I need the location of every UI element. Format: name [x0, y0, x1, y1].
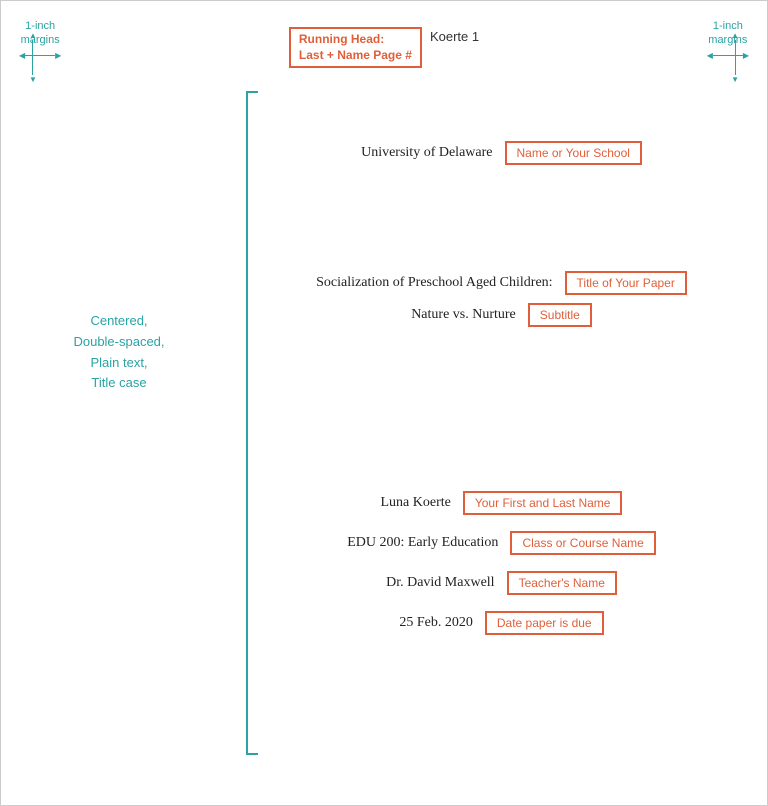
title-main-label: Title of Your Paper: [565, 271, 687, 295]
author-name-row: Luna Koerte Your First and Last Name: [266, 491, 737, 515]
university-text: University of Delaware: [361, 145, 492, 161]
title-main-text: Socialization of Preschool Aged Children…: [316, 275, 552, 291]
page: 1-inchmargins ◀ ▶ Running Head: Last + N…: [0, 0, 768, 806]
centered-label: Centered,Double-spaced,Plain text,Title …: [59, 311, 179, 394]
author-name-label: Your First and Last Name: [463, 491, 623, 515]
running-head-sub: Last + Name Page #: [299, 48, 412, 62]
running-head-box: Running Head: Last + Name Page #: [289, 27, 422, 68]
header: 1-inchmargins ◀ ▶ Running Head: Last + N…: [1, 19, 767, 68]
right-margin-label: 1-inchmargins: [708, 19, 747, 48]
left-margin-label: 1-inchmargins: [21, 19, 60, 48]
author-course-row: EDU 200: Early Education Class or Course…: [266, 531, 737, 555]
author-course-label: Class or Course Name: [510, 531, 655, 555]
right-margin-indicator: 1-inchmargins ◀ ▶: [707, 19, 749, 60]
right-margin-vertical: ▲ ▼: [731, 31, 739, 84]
title-section: Socialization of Preschool Aged Children…: [266, 271, 737, 335]
title-sub-row: Nature vs. Nurture Subtitle: [266, 303, 737, 327]
running-head-label: Running Head:: [299, 32, 384, 46]
author-course-text: EDU 200: Early Education: [347, 535, 498, 551]
author-teacher-text: Dr. David Maxwell: [386, 575, 494, 591]
title-sub-label: Subtitle: [528, 303, 592, 327]
running-head-area: Running Head: Last + Name Page # Koerte …: [289, 27, 479, 68]
author-name-text: Luna Koerte: [381, 495, 451, 511]
left-bracket: [246, 91, 258, 755]
author-teacher-row: Dr. David Maxwell Teacher's Name: [266, 571, 737, 595]
author-section: Luna Koerte Your First and Last Name EDU…: [266, 491, 737, 651]
centered-label-text: Centered,Double-spaced,Plain text,Title …: [73, 313, 164, 390]
author-teacher-label: Teacher's Name: [507, 571, 617, 595]
author-date-label: Date paper is due: [485, 611, 604, 635]
page-number: Koerte 1: [430, 29, 479, 44]
title-main-row: Socialization of Preschool Aged Children…: [266, 271, 737, 295]
author-date-row: 25 Feb. 2020 Date paper is due: [266, 611, 737, 635]
left-margin-indicator: 1-inchmargins ◀ ▶: [19, 19, 61, 60]
title-sub-text: Nature vs. Nurture: [411, 307, 516, 323]
university-label: Name or Your School: [505, 141, 642, 165]
author-date-text: 25 Feb. 2020: [399, 615, 473, 631]
left-margin-vertical: ▲ ▼: [29, 31, 37, 84]
university-row: University of Delaware Name or Your Scho…: [266, 141, 737, 165]
